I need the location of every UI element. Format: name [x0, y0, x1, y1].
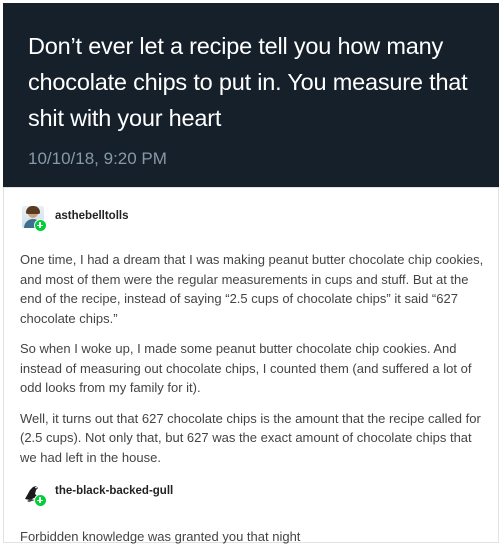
reblog-post: asthebelltolls One time, I had a dream t…: [20, 206, 490, 478]
reblog-post: the-black-backed-gull Forbidden knowledg…: [20, 481, 490, 558]
post-header: asthebelltolls: [20, 206, 490, 234]
tumblr-thread: asthebelltolls One time, I had a dream t…: [3, 187, 499, 544]
post-body: One time, I had a dream that I was makin…: [20, 250, 490, 467]
post-username[interactable]: the-black-backed-gull: [55, 483, 173, 499]
post-username[interactable]: asthebelltolls: [55, 208, 129, 224]
post-paragraph: One time, I had a dream that I was makin…: [20, 252, 484, 326]
post-header: the-black-backed-gull: [20, 481, 490, 509]
tweet-text: Don’t ever let a recipe tell you how man…: [28, 33, 468, 131]
post-paragraph: So when I woke up, I made some peanut bu…: [20, 341, 472, 395]
post-paragraph: Well, it turns out that 627 chocolate ch…: [20, 410, 481, 465]
follow-plus-icon[interactable]: [34, 494, 47, 507]
post-body: Forbidden knowledge was granted you that…: [20, 527, 490, 547]
follow-plus-icon[interactable]: [34, 219, 47, 232]
tweet-card: Don’t ever let a recipe tell you how man…: [3, 3, 499, 187]
tweet-timestamp: 10/10/18, 9:20 PM: [28, 149, 167, 168]
post-paragraph: Forbidden knowledge was granted you that…: [20, 529, 301, 544]
